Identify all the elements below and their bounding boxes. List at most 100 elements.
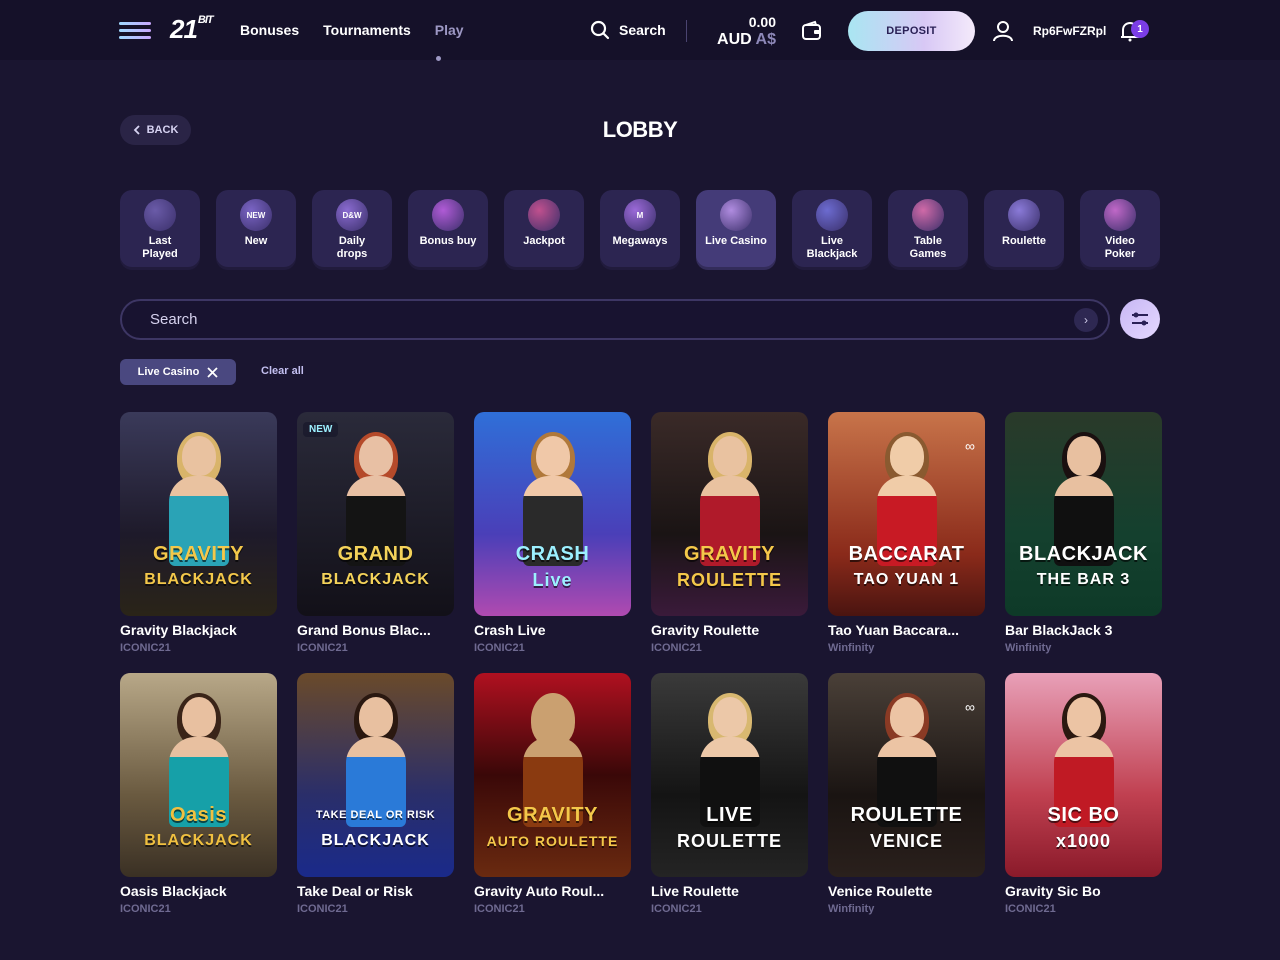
game-title[interactable]: Tao Yuan Baccara...: [828, 622, 985, 638]
game-card[interactable]: CRASH Live Crash Live ICONIC21: [474, 412, 631, 654]
chevron-left-icon: [133, 125, 140, 135]
category-live-blackjack[interactable]: Live Blackjack: [792, 190, 872, 270]
nav-bonuses[interactable]: Bonuses: [240, 22, 299, 38]
username[interactable]: Rp6FwFZRpl: [1033, 24, 1106, 38]
category-label-line1: Daily: [338, 235, 366, 247]
game-thumbnail[interactable]: NEW GRAND BLACKJACK: [297, 412, 454, 616]
nav-tournaments[interactable]: Tournaments: [323, 22, 411, 38]
game-title[interactable]: Gravity Blackjack: [120, 622, 277, 638]
category-bonus-buy[interactable]: Bonus buy: [408, 190, 488, 270]
header-divider: [686, 20, 687, 42]
game-card[interactable]: GRAVITY ROULETTE Gravity Roulette ICONIC21: [651, 412, 808, 654]
game-card[interactable]: SIC BO x1000 Gravity Sic Bo ICONIC21: [1005, 673, 1162, 915]
game-thumbnail[interactable]: BLACKJACK THE BAR 3: [1005, 412, 1162, 616]
game-title[interactable]: Crash Live: [474, 622, 631, 638]
game-title[interactable]: Gravity Roulette: [651, 622, 808, 638]
category-roulette[interactable]: Roulette: [984, 190, 1064, 270]
game-title[interactable]: Grand Bonus Blac...: [297, 622, 454, 638]
category-video-poker[interactable]: Video Poker: [1080, 190, 1160, 270]
wallet-icon[interactable]: [801, 20, 823, 42]
new-badge: NEW: [303, 422, 339, 437]
game-title[interactable]: Take Deal or Risk: [297, 883, 454, 899]
play-icon: [144, 199, 176, 231]
deposit-button[interactable]: DEPOSIT: [848, 11, 975, 51]
spade-icon: [720, 199, 752, 231]
clear-all-button[interactable]: Clear all: [261, 365, 304, 377]
game-title[interactable]: Live Roulette: [651, 883, 808, 899]
game-thumbnail[interactable]: CRASH Live: [474, 412, 631, 616]
game-provider: ICONIC21: [297, 642, 348, 654]
category-table-games[interactable]: Table Games: [888, 190, 968, 270]
chevron-right-icon[interactable]: ›: [1074, 308, 1098, 332]
balance-display[interactable]: 0.00 AUD A$: [700, 14, 776, 48]
game-logo-subtitle: Live: [532, 570, 573, 590]
game-thumbnail[interactable]: LIVE ROULETTE: [651, 673, 808, 877]
game-title[interactable]: Oasis Blackjack: [120, 883, 277, 899]
game-card[interactable]: GRAVITY BLACKJACK Gravity Blackjack ICONIC2…: [120, 412, 277, 654]
game-thumbnail[interactable]: GRAVITY BLACKJACK: [120, 412, 277, 616]
header-search-button[interactable]: Search: [590, 20, 666, 40]
game-card[interactable]: ∞ ROULETTE VENICE Venice Roulette Winfinity: [828, 673, 985, 915]
menu-icon[interactable]: [119, 22, 151, 40]
game-provider: ICONIC21: [474, 642, 525, 654]
category-megaways[interactable]: M Megaways: [600, 190, 680, 270]
active-filter-chip[interactable]: Live Casino: [120, 359, 236, 385]
top-header: 21BIT Bonuses Tournaments Play Search 0.…: [0, 0, 1280, 61]
balance-symbol: A$: [755, 31, 776, 48]
game-logo-title: BLACKJACK: [1019, 543, 1148, 565]
game-thumbnail[interactable]: GRAVITY ROULETTE: [651, 412, 808, 616]
game-logo-subtitle: BLACKJACK: [321, 571, 430, 588]
balance-currency-line: AUD A$: [700, 31, 776, 48]
back-button[interactable]: BACK: [120, 115, 191, 145]
category-jackpot[interactable]: Jackpot: [504, 190, 584, 270]
category-label-line1: Bonus buy: [419, 235, 477, 247]
category-new[interactable]: NEW New: [216, 190, 296, 270]
game-card[interactable]: BLACKJACK THE BAR 3 Bar BlackJack 3 Winfini…: [1005, 412, 1162, 654]
game-card[interactable]: TAKE DEAL OR RISK BLACKJACK Take Deal or R…: [297, 673, 454, 915]
game-provider: ICONIC21: [297, 903, 348, 915]
game-logo-subtitle: x1000: [1055, 831, 1112, 851]
game-card[interactable]: LIVE ROULETTE Live Roulette ICONIC21: [651, 673, 808, 915]
nav-play[interactable]: Play: [435, 22, 464, 38]
poker-icon: [1104, 199, 1136, 231]
category-live-casino[interactable]: Live Casino: [696, 190, 776, 270]
game-logo: CRASH Live: [516, 544, 590, 590]
game-thumbnail[interactable]: TAKE DEAL OR RISK BLACKJACK: [297, 673, 454, 877]
category-label: New: [245, 235, 268, 248]
site-logo[interactable]: 21BIT: [170, 14, 214, 45]
game-title[interactable]: Venice Roulette: [828, 883, 985, 899]
filter-button[interactable]: [1120, 299, 1160, 339]
game-provider: ICONIC21: [120, 903, 171, 915]
category-label-line1: Table: [914, 235, 942, 247]
close-icon[interactable]: [207, 366, 219, 378]
category-label-line1: Live: [820, 235, 843, 247]
category-label-line1: Roulette: [1002, 235, 1046, 247]
game-title[interactable]: Gravity Sic Bo: [1005, 883, 1162, 899]
game-title[interactable]: Bar BlackJack 3: [1005, 622, 1162, 638]
provider-infinity-icon: ∞: [965, 438, 975, 454]
game-thumbnail[interactable]: ∞ BACCARAT TAO YUAN 1: [828, 412, 985, 616]
game-card[interactable]: NEW GRAND BLACKJACK Grand Bonus Blac... ICON…: [297, 412, 454, 654]
user-icon[interactable]: [992, 20, 1014, 42]
game-search-input[interactable]: [122, 301, 1022, 338]
provider-infinity-icon: ∞: [965, 699, 975, 715]
game-card[interactable]: Oasis BLACKJACK Oasis Blackjack ICONIC21: [120, 673, 277, 915]
game-title[interactable]: Gravity Auto Roul...: [474, 883, 631, 899]
drops-icon: D&W: [336, 199, 368, 231]
category-label: Table Games: [910, 235, 947, 261]
category-label-line2: Poker: [1104, 248, 1136, 260]
category-last-played[interactable]: Last Played: [120, 190, 200, 270]
balance-amount: 0.00: [748, 14, 776, 30]
game-card[interactable]: GRAVITY AUTO ROULETTE Gravity Auto Roul...…: [474, 673, 631, 915]
game-thumbnail[interactable]: SIC BO x1000: [1005, 673, 1162, 877]
game-logo-title: SIC BO: [1047, 804, 1120, 826]
game-card[interactable]: ∞ BACCARAT TAO YUAN 1 Tao Yuan Baccara... Wi…: [828, 412, 985, 654]
game-provider: ICONIC21: [1005, 903, 1056, 915]
category-label: Video Poker: [1105, 235, 1136, 261]
category-label: Megaways: [612, 235, 667, 248]
category-daily-drops[interactable]: D&W Daily drops: [312, 190, 392, 270]
game-thumbnail[interactable]: GRAVITY AUTO ROULETTE: [474, 673, 631, 877]
game-logo-title: GRAVITY: [507, 804, 598, 826]
game-thumbnail[interactable]: Oasis BLACKJACK: [120, 673, 277, 877]
game-thumbnail[interactable]: ∞ ROULETTE VENICE: [828, 673, 985, 877]
